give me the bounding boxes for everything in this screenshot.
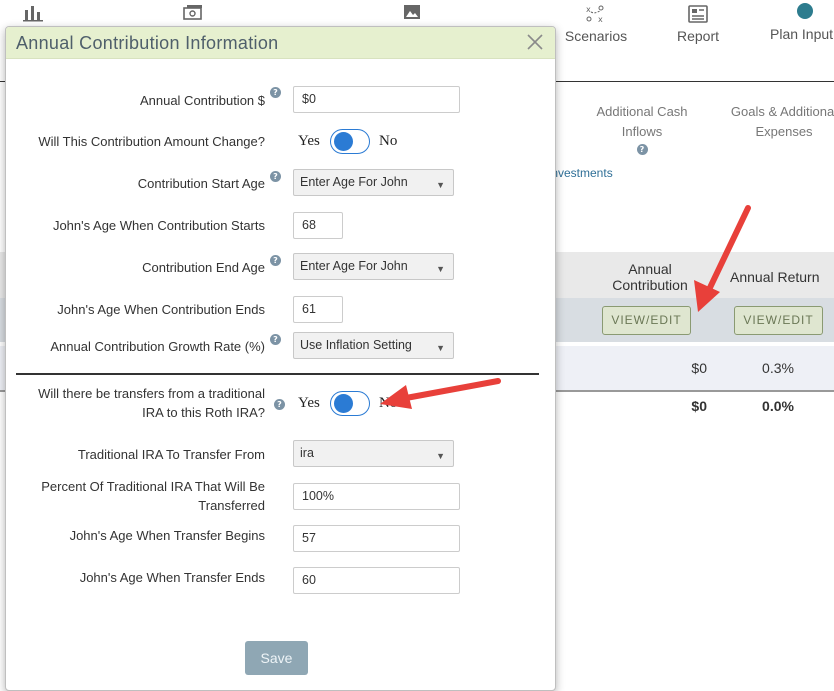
select-value: Use Inflation Setting <box>300 338 412 352</box>
transfers-yes[interactable]: Yes <box>298 395 320 412</box>
caret-down-icon: ▼ <box>436 343 445 353</box>
age-when-starts-input[interactable]: 68 <box>293 212 343 239</box>
amount-change-no[interactable]: No <box>379 133 397 150</box>
annotation-arrow-icon <box>380 378 501 409</box>
age-when-ends-input[interactable]: 61 <box>293 296 343 323</box>
nav-item-image[interactable] <box>400 0 424 26</box>
growth-rate-select[interactable]: Use Inflation Setting ▼ <box>293 332 454 359</box>
annual-contribution-dialog: Annual Contribution Information Annual C… <box>5 26 556 691</box>
nav-label-scenarios: Scenarios <box>564 28 628 44</box>
nav-label-report: Report <box>676 28 720 44</box>
dialog-title: Annual Contribution Information <box>16 33 279 53</box>
age-when-ends-label: John's Age When Contribution Ends <box>57 302 265 317</box>
transfer-begins-input[interactable]: 57 <box>293 525 460 552</box>
nav-item-scenarios[interactable]: xx Scenarios <box>560 0 632 44</box>
nav-item-money[interactable] <box>178 0 208 26</box>
money-icon <box>183 5 202 20</box>
amount-change-label: Will This Contribution Amount Change? <box>38 134 265 149</box>
tab-label: Goals & Additional Expenses <box>730 104 834 139</box>
row-return-value: 0.3% <box>762 360 794 376</box>
annual-contribution-label: Annual Contribution $ <box>139 93 265 108</box>
percent-transferred-label: Percent Of Traditional IRA That Will Be … <box>41 479 265 513</box>
dialog-header: Annual Contribution Information <box>6 27 555 59</box>
bar-chart-icon <box>23 6 43 22</box>
svg-text:x: x <box>598 15 603 24</box>
select-value: ira <box>300 446 314 460</box>
start-age-select[interactable]: Enter Age For John ▼ <box>293 169 454 196</box>
scenarios-icon: xx <box>586 5 604 24</box>
amount-change-toggle[interactable] <box>330 129 370 154</box>
tab-label: Additional Cash Inflows <box>596 104 688 139</box>
transfer-from-select[interactable]: ira ▼ <box>293 440 454 467</box>
transfer-ends-input[interactable]: 60 <box>293 567 460 594</box>
end-age-select[interactable]: Enter Age For John ▼ <box>293 253 454 280</box>
amount-change-yes[interactable]: Yes <box>298 133 320 150</box>
tab-additional-cash-inflows[interactable]: Additional Cash Inflows ? <box>590 102 694 164</box>
plan-input-icon <box>797 3 813 19</box>
row-contribution-value: $0 <box>691 360 707 376</box>
caret-down-icon: ▼ <box>436 264 445 274</box>
annual-contribution-input[interactable]: $0 <box>293 86 460 113</box>
tab-label: Investments <box>548 166 613 180</box>
transfer-begins-label: John's Age When Transfer Begins <box>69 528 265 543</box>
growth-rate-label: Annual Contribution Growth Rate (%) <box>50 339 265 354</box>
total-contribution-value: $0 <box>691 398 707 414</box>
toggle-knob <box>334 394 353 413</box>
caret-down-icon: ▼ <box>436 180 445 190</box>
tab-investments[interactable]: Investments <box>548 166 613 180</box>
select-value: Enter Age For John <box>300 175 408 189</box>
age-when-starts-label: John's Age When Contribution Starts <box>52 218 265 233</box>
view-edit-contribution-button[interactable]: VIEW/EDIT <box>602 306 691 335</box>
close-icon[interactable] <box>525 32 545 52</box>
help-icon[interactable]: ? <box>270 255 281 266</box>
nav-item-plan-input[interactable]: Plan Input <box>766 0 834 42</box>
save-button[interactable]: Save <box>245 641 308 675</box>
help-icon[interactable]: ? <box>636 144 648 155</box>
svg-text:x: x <box>586 5 591 14</box>
caret-down-icon: ▼ <box>436 451 445 461</box>
tab-goals-expenses[interactable]: Goals & Additional Expenses <box>726 102 834 142</box>
transfers-label: Will there be transfers from a tradition… <box>38 386 265 420</box>
col-header-annual-contribution: Annual Contribution <box>612 261 688 293</box>
nav-label-plan-input: Plan Input <box>770 26 834 42</box>
help-icon[interactable]: ? <box>270 334 281 345</box>
end-age-label: Contribution End Age <box>142 260 265 275</box>
select-value: Enter Age For John <box>300 259 408 273</box>
annotation-arrow-icon <box>694 205 751 312</box>
transfer-from-label: Traditional IRA To Transfer From <box>77 447 265 462</box>
image-icon <box>404 5 420 19</box>
toggle-knob <box>334 132 353 151</box>
start-age-label: Contribution Start Age <box>137 176 265 191</box>
total-return-value: 0.0% <box>762 398 794 414</box>
nav-item-charts[interactable] <box>18 0 48 26</box>
transfer-ends-label: John's Age When Transfer Ends <box>79 570 265 585</box>
help-icon[interactable]: ? <box>270 87 281 98</box>
report-icon <box>688 5 708 23</box>
help-icon[interactable]: ? <box>274 399 285 410</box>
nav-item-report[interactable]: Report <box>670 0 726 44</box>
help-icon[interactable]: ? <box>270 171 281 182</box>
transfers-toggle[interactable] <box>330 391 370 416</box>
percent-transferred-input[interactable]: 100% <box>293 483 460 510</box>
